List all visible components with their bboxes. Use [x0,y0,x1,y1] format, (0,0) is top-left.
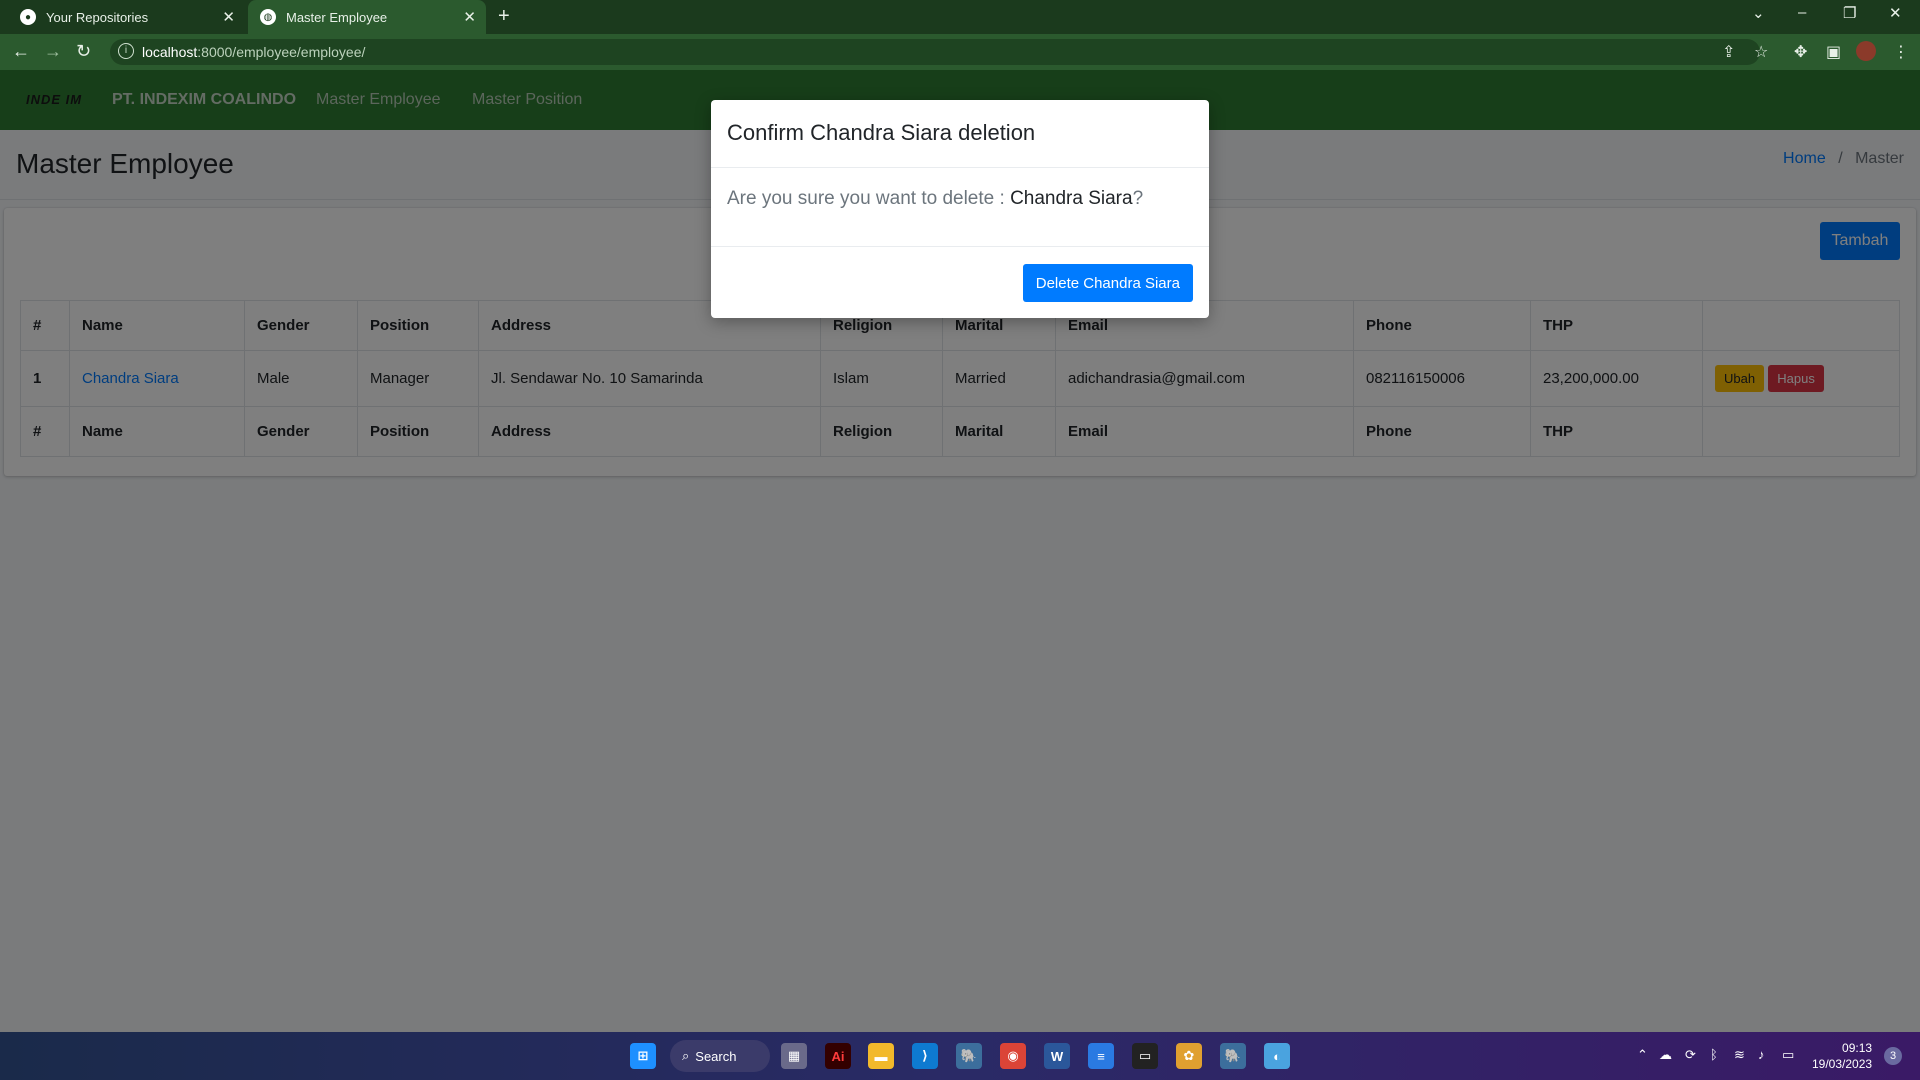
restore-button[interactable]: ❐ [1843,4,1856,22]
pgadmin-icon[interactable]: 🐘 [1220,1043,1246,1069]
close-tab-icon[interactable]: ✕ [463,8,476,26]
postgres-icon[interactable]: 🐘 [956,1043,982,1069]
modal-body-name: Chandra Siara [1010,188,1133,209]
modal-body: Are you sure you want to delete : Chandr… [711,168,1209,247]
bluetooth-icon[interactable]: ᛒ [1710,1047,1718,1062]
file-explorer-icon[interactable]: ▬ [868,1043,894,1069]
tab-label: Master Employee [286,9,388,25]
sync-icon[interactable]: ⟳ [1685,1047,1696,1063]
wifi-icon[interactable]: ≋ [1734,1047,1745,1063]
tab-master-employee[interactable]: ◍ Master Employee ✕ [248,0,486,34]
tab-your-repositories[interactable]: ● Your Repositories ✕ [8,0,245,34]
app-icon[interactable]: ✿ [1176,1043,1202,1069]
clock-date: 19/03/2023 [1812,1057,1873,1071]
task-view-icon[interactable]: ▦ [781,1043,807,1069]
globe-icon: ◍ [260,9,276,25]
side-panel-icon[interactable]: ▣ [1826,42,1841,62]
modal-body-prefix: Are you sure you want to delete : [727,188,1011,209]
chrome-icon[interactable]: ◉ [1000,1043,1026,1069]
url-host: localhost [142,44,198,60]
confirm-delete-button[interactable]: Delete Chandra Siara [1022,264,1193,302]
modal-footer: Delete Chandra Siara [711,247,1209,318]
notification-badge[interactable]: 3 [1884,1047,1902,1065]
bookmark-star-icon[interactable]: ☆ [1754,42,1768,62]
modal-body-suffix: ? [1132,188,1144,209]
site-info-icon[interactable]: i [118,43,134,59]
vscode-icon[interactable]: ⟩ [912,1043,938,1069]
new-tab-button[interactable]: + [498,5,510,28]
modal-title: Confirm Chandra Siara deletion [711,100,1209,168]
terminal-icon[interactable]: ▭ [1132,1043,1158,1069]
volume-icon[interactable]: ♪ [1758,1047,1765,1062]
address-bar-row: ← → ↻ i localhost:8000/employee/employee… [0,34,1920,70]
tab-search-icon[interactable]: ⌄ [1752,4,1765,22]
close-window-button[interactable]: ✕ [1889,4,1902,22]
url-text: localhost:8000/employee/employee/ [142,44,365,60]
reload-icon[interactable]: ↻ [76,41,91,62]
extensions-icon[interactable]: ✥ [1794,42,1807,62]
delete-confirm-modal: Confirm Chandra Siara deletion Are you s… [711,100,1209,318]
menu-icon[interactable]: ⋮ [1893,42,1909,62]
forward-icon[interactable]: → [44,41,62,62]
tab-label: Your Repositories [46,9,149,25]
browser-icon[interactable]: ◐ [1264,1043,1290,1069]
share-icon[interactable]: ⇪ [1722,42,1735,62]
word-icon[interactable]: W [1044,1043,1070,1069]
search-icon: ⌕ [682,1048,690,1063]
profile-avatar[interactable] [1856,41,1876,61]
browser-tab-bar: ● Your Repositories ✕ ◍ Master Employee … [0,0,1920,34]
show-hidden-icons[interactable]: ⌃ [1637,1047,1648,1063]
github-icon: ● [20,9,36,25]
start-icon[interactable]: ⊞ [630,1043,656,1069]
close-tab-icon[interactable]: ✕ [222,8,235,26]
back-icon[interactable]: ← [12,41,30,62]
minimize-button[interactable]: – [1798,4,1806,21]
onedrive-icon[interactable]: ☁ [1659,1047,1672,1063]
battery-icon[interactable]: ▭ [1782,1047,1794,1063]
illustrator-icon[interactable]: Ai [825,1043,851,1069]
taskbar-search-label: Search [695,1048,737,1064]
clock-time: 09:13 [1842,1041,1873,1055]
notepad-icon[interactable]: ≡ [1088,1043,1114,1069]
taskbar-clock[interactable]: 09:13 19/03/2023 [1812,1040,1872,1072]
taskbar-search[interactable]: ⌕ Search [670,1040,770,1072]
url-path: :8000/employee/employee/ [197,44,366,60]
